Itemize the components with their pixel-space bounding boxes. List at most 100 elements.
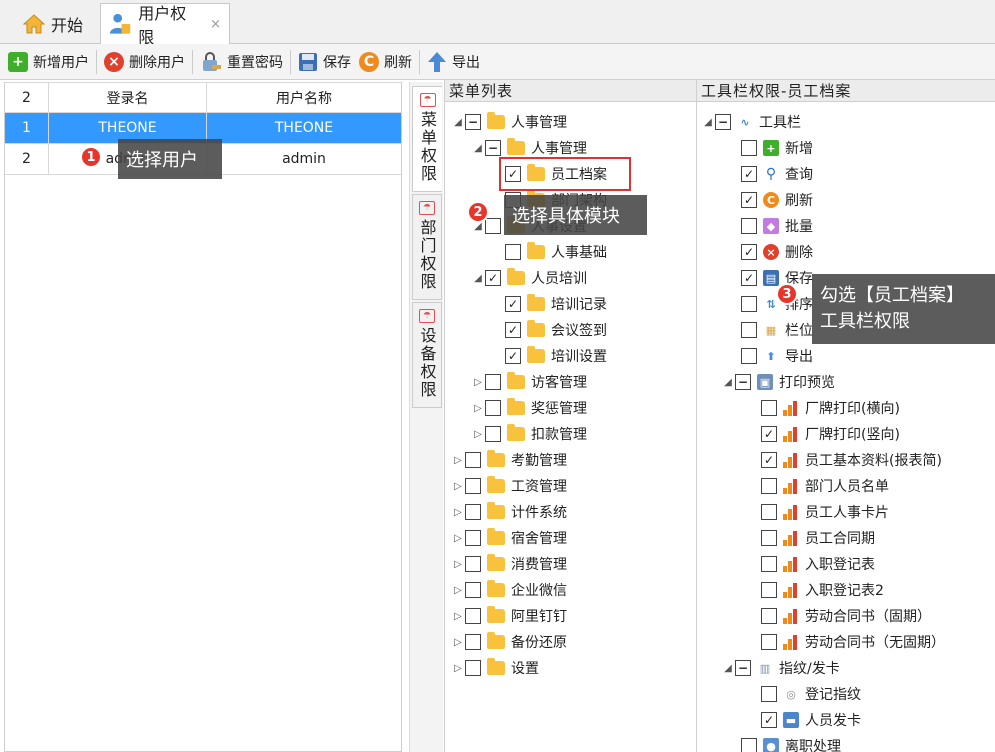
tree-checkbox[interactable] xyxy=(761,400,777,416)
toolbar-tree-node[interactable]: ⇅ 排序 xyxy=(727,294,813,314)
toolbar-tree-node[interactable]: ✓ 厂牌打印(竖向) xyxy=(747,424,900,444)
menu-tree-node[interactable]: ▷ 备份还原 xyxy=(451,632,567,652)
expand-arrow-icon[interactable]: ▷ xyxy=(471,377,485,388)
toolbar-tree-node[interactable]: 劳动合同书（无固期） xyxy=(747,632,945,652)
tree-checkbox[interactable]: ✓ xyxy=(761,712,777,728)
export-button[interactable]: 导出 xyxy=(423,47,484,77)
tree-checkbox[interactable]: ✓ xyxy=(505,296,521,312)
menu-tree-node[interactable]: ▷ 扣款管理 xyxy=(471,424,587,444)
tree-checkbox[interactable] xyxy=(741,218,757,234)
tab-device-permission[interactable]: ☂ 设备权限 xyxy=(412,302,442,408)
collapse-arrow-icon[interactable]: ◢ xyxy=(471,273,485,284)
reset-password-button[interactable]: 重置密码 xyxy=(196,47,287,77)
menu-tree-node[interactable]: ◢ ✓ 人员培训 xyxy=(471,268,587,288)
tree-checkbox[interactable] xyxy=(741,348,757,364)
menu-tree-node[interactable]: ✓ 培训设置 xyxy=(491,346,607,366)
tree-checkbox[interactable] xyxy=(761,504,777,520)
toolbar-tree-node[interactable]: 入职登记表 xyxy=(747,554,875,574)
tab-start[interactable]: 开始 xyxy=(14,3,92,44)
expand-arrow-icon[interactable]: ▷ xyxy=(451,637,465,648)
menu-tree-node[interactable]: ▷ 设置 xyxy=(451,658,539,678)
tree-checkbox[interactable] xyxy=(761,582,777,598)
tree-checkbox[interactable] xyxy=(465,504,481,520)
toolbar-tree-node[interactable]: + 新增 xyxy=(727,138,813,158)
expand-arrow-icon[interactable]: ▷ xyxy=(471,429,485,440)
menu-tree-node[interactable]: ▷ 考勤管理 xyxy=(451,450,567,470)
menu-tree-node[interactable]: ▷ 奖惩管理 xyxy=(471,398,587,418)
tree-checkbox[interactable]: ✓ xyxy=(761,426,777,442)
tree-checkbox[interactable] xyxy=(761,608,777,624)
toolbar-tree-node[interactable]: ✓ ⚲ 查询 xyxy=(727,164,813,184)
toolbar-tree-node[interactable]: ✓ 员工基本资料(报表简) xyxy=(747,450,942,470)
toolbar-tree-node[interactable]: ◎ 登记指纹 xyxy=(747,684,861,704)
tree-checkbox[interactable] xyxy=(761,530,777,546)
tree-checkbox[interactable] xyxy=(485,426,501,442)
expand-arrow-icon[interactable]: ▷ xyxy=(451,533,465,544)
tree-checkbox[interactable] xyxy=(505,244,521,260)
toolbar-tree-node[interactable]: ✓ C 刷新 xyxy=(727,190,813,210)
tree-checkbox[interactable] xyxy=(741,296,757,312)
tree-checkbox[interactable] xyxy=(761,634,777,650)
tab-close-icon[interactable]: × xyxy=(210,17,221,32)
tree-checkbox[interactable] xyxy=(485,400,501,416)
expand-arrow-icon[interactable]: ▷ xyxy=(451,507,465,518)
toolbar-tree-node[interactable]: ◆ 批量 xyxy=(727,216,813,236)
tree-checkbox[interactable]: ✓ xyxy=(505,322,521,338)
toolbar-tree-node[interactable]: 劳动合同书（固期） xyxy=(747,606,931,626)
delete-user-button[interactable]: × 删除用户 xyxy=(100,47,189,77)
tree-checkbox[interactable] xyxy=(761,686,777,702)
tab-department-permission[interactable]: ☂ 部门权限 xyxy=(412,194,442,300)
tree-checkbox[interactable] xyxy=(761,556,777,572)
expand-arrow-icon[interactable]: ▷ xyxy=(471,403,485,414)
header-login[interactable]: 登录名 xyxy=(49,83,207,112)
toolbar-tree-node[interactable]: 员工人事卡片 xyxy=(747,502,889,522)
menu-tree-node[interactable]: ✓ 培训记录 xyxy=(491,294,607,314)
tab-menu-permission[interactable]: ☂ 菜单权限 xyxy=(412,86,442,192)
toolbar-tree-node[interactable]: ⬆ 导出 xyxy=(727,346,813,366)
collapse-arrow-icon[interactable]: ◢ xyxy=(721,663,735,674)
tree-checkbox[interactable]: − xyxy=(735,374,751,390)
tree-checkbox[interactable] xyxy=(741,738,757,752)
tree-checkbox[interactable]: ✓ xyxy=(741,166,757,182)
header-name[interactable]: 用户名称 xyxy=(207,83,401,112)
collapse-arrow-icon[interactable]: ◢ xyxy=(451,117,465,128)
tree-checkbox[interactable]: − xyxy=(465,114,481,130)
tree-checkbox[interactable] xyxy=(741,140,757,156)
collapse-arrow-icon[interactable]: ◢ xyxy=(701,117,715,128)
tree-checkbox[interactable] xyxy=(465,478,481,494)
tree-checkbox[interactable] xyxy=(465,582,481,598)
menu-tree-node[interactable]: ◢ − 人事管理 xyxy=(451,112,567,132)
tree-checkbox[interactable] xyxy=(761,478,777,494)
tree-checkbox[interactable]: ✓ xyxy=(505,348,521,364)
menu-tree-node[interactable]: ▷ 阿里钉钉 xyxy=(451,606,567,626)
menu-tree-node[interactable]: ▷ 企业微信 xyxy=(451,580,567,600)
tab-user-permission[interactable]: 用户权限 × xyxy=(100,3,230,47)
tree-checkbox[interactable] xyxy=(485,218,501,234)
collapse-arrow-icon[interactable]: ◢ xyxy=(721,377,735,388)
menu-tree-node[interactable]: ▷ 工资管理 xyxy=(451,476,567,496)
tree-checkbox[interactable]: ✓ xyxy=(741,270,757,286)
menu-tree-node[interactable]: 人事基础 xyxy=(491,242,607,262)
menu-tree-node[interactable]: ▷ 宿舍管理 xyxy=(451,528,567,548)
toolbar-tree-node[interactable]: ▦ 栏位 xyxy=(727,320,813,340)
tree-checkbox[interactable] xyxy=(485,374,501,390)
toolbar-tree-node[interactable]: 员工合同期 xyxy=(747,528,875,548)
expand-arrow-icon[interactable]: ▷ xyxy=(451,585,465,596)
tree-checkbox[interactable]: ✓ xyxy=(741,192,757,208)
tree-checkbox[interactable]: − xyxy=(715,114,731,130)
toolbar-tree-node[interactable]: 部门人员名单 xyxy=(747,476,889,496)
toolbar-tree-node[interactable]: ◢ − ∿ 工具栏 xyxy=(701,112,801,132)
expand-arrow-icon[interactable]: ▷ xyxy=(451,455,465,466)
expand-arrow-icon[interactable]: ▷ xyxy=(451,663,465,674)
tree-checkbox[interactable] xyxy=(465,530,481,546)
tree-checkbox[interactable] xyxy=(465,660,481,676)
tree-checkbox[interactable] xyxy=(465,634,481,650)
toolbar-tree-node[interactable]: ● 离职处理 xyxy=(727,736,841,752)
menu-tree-node[interactable]: ✓ 会议签到 xyxy=(491,320,607,340)
tree-checkbox[interactable]: ✓ xyxy=(761,452,777,468)
toolbar-tree-node[interactable]: ✓ ▤ 保存 xyxy=(727,268,813,288)
expand-arrow-icon[interactable]: ▷ xyxy=(451,611,465,622)
tree-checkbox[interactable] xyxy=(741,322,757,338)
menu-tree-node[interactable]: ▷ 访客管理 xyxy=(471,372,587,392)
toolbar-tree-node[interactable]: ✓ × 删除 xyxy=(727,242,813,262)
